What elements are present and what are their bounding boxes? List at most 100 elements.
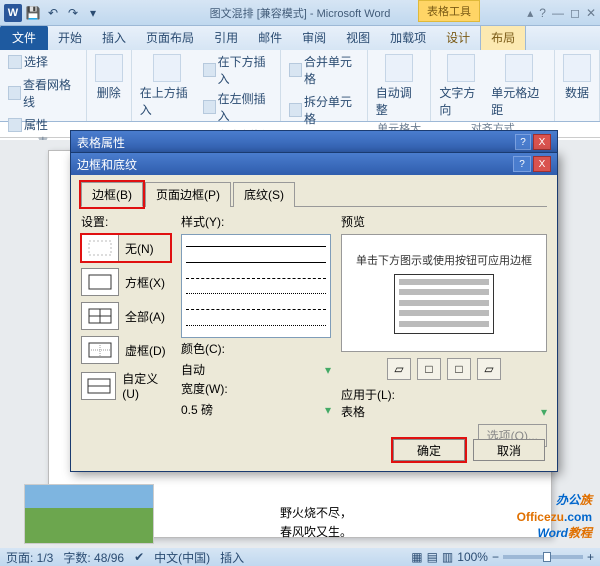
width-combo[interactable]: 0.5 磅▾ xyxy=(181,401,331,418)
window-title: 图文混排 [兼容模式] - Microsoft Word xyxy=(210,5,391,21)
text-direction-icon xyxy=(447,54,475,82)
delete-button[interactable]: 删除 xyxy=(93,52,125,103)
tab-addins[interactable]: 加载项 xyxy=(380,25,436,50)
minimize-icon[interactable]: — xyxy=(552,6,564,20)
dialog-close-icon[interactable]: X xyxy=(533,156,551,172)
preview-label: 预览 xyxy=(341,213,547,230)
status-language[interactable]: 中文(中国) xyxy=(154,549,210,566)
save-icon[interactable]: 💾 xyxy=(24,4,42,22)
tab-review[interactable]: 审阅 xyxy=(292,25,336,50)
preview-table-icon[interactable] xyxy=(394,274,494,334)
props-icon xyxy=(8,118,22,132)
document-text[interactable]: 野火烧不尽， 春风吹又生。 xyxy=(280,504,352,542)
status-proof-icon[interactable]: ✔ xyxy=(134,550,144,564)
delete-table-icon xyxy=(95,54,123,82)
merge-cells-button[interactable]: 合并单元格 xyxy=(287,52,361,88)
help-icon[interactable]: ? xyxy=(539,6,546,20)
cancel-button[interactable]: 取消 xyxy=(473,439,545,461)
data-icon xyxy=(563,54,591,82)
parent-help-icon[interactable]: ? xyxy=(515,134,531,150)
option-custom[interactable]: 自定义(U) xyxy=(81,370,171,401)
close-icon[interactable]: ✕ xyxy=(586,6,596,20)
split-cells-button[interactable]: 拆分单元格 xyxy=(287,92,361,128)
tab-pagelayout[interactable]: 页面布局 xyxy=(136,25,204,50)
option-none[interactable]: 无(N) xyxy=(81,234,171,262)
dialog-help-icon[interactable]: ? xyxy=(513,156,531,172)
tab-view[interactable]: 视图 xyxy=(336,25,380,50)
dialog-title: 边框和底纹 xyxy=(77,156,137,173)
minimize-ribbon-icon[interactable]: ▴ xyxy=(527,6,533,20)
status-page[interactable]: 页面: 1/3 xyxy=(6,549,53,566)
insert-above-button[interactable]: 在上方插入 xyxy=(138,52,197,120)
view-web-icon[interactable]: ▥ xyxy=(442,550,453,564)
tab-shading[interactable]: 底纹(S) xyxy=(233,182,295,207)
word-app-icon[interactable]: W xyxy=(4,4,22,22)
tab-table-layout[interactable]: 布局 xyxy=(480,24,526,50)
status-insert-mode[interactable]: 插入 xyxy=(220,549,244,566)
tab-file[interactable]: 文件 xyxy=(0,25,48,50)
tab-table-design[interactable]: 设计 xyxy=(436,25,480,50)
autofit-icon xyxy=(385,54,413,82)
tab-mailings[interactable]: 邮件 xyxy=(248,25,292,50)
zoom-slider[interactable] xyxy=(503,555,583,559)
restore-icon[interactable]: ◻ xyxy=(570,6,580,20)
qat-dropdown-icon[interactable]: ▾ xyxy=(84,4,102,22)
cursor-icon xyxy=(8,55,22,69)
tab-page-border[interactable]: 页面边框(P) xyxy=(145,182,231,207)
style-label: 样式(Y): xyxy=(181,213,331,230)
zoom-in-button[interactable]: + xyxy=(587,550,594,564)
insert-left-icon xyxy=(203,100,216,114)
table-properties-button[interactable]: 属性 xyxy=(6,115,50,134)
insert-below-button[interactable]: 在下方插入 xyxy=(201,52,274,88)
tab-insert[interactable]: 插入 xyxy=(92,25,136,50)
status-wordcount[interactable]: 字数: 48/96 xyxy=(63,549,124,566)
insert-above-icon xyxy=(153,54,181,82)
quick-access-toolbar: W 💾 ↶ ↷ ▾ xyxy=(0,4,106,22)
table-properties-dialog-titlebar: 表格属性 ?X xyxy=(70,130,558,154)
zoom-level[interactable]: 100% xyxy=(457,550,488,564)
document-image[interactable] xyxy=(24,484,154,544)
border-diag2-button[interactable]: ▱ xyxy=(477,358,501,380)
tab-home[interactable]: 开始 xyxy=(48,25,92,50)
option-grid[interactable]: 虚框(D) xyxy=(81,336,171,364)
option-all[interactable]: 全部(A) xyxy=(81,302,171,330)
ok-button[interactable]: 确定 xyxy=(393,439,465,461)
border-box-icon xyxy=(81,268,119,296)
style-listbox[interactable] xyxy=(181,234,331,338)
setting-label: 设置: xyxy=(81,213,171,230)
chevron-down-icon: ▾ xyxy=(325,403,331,417)
tabletools-contextual-label: 表格工具 xyxy=(418,0,480,22)
view-fullread-icon[interactable]: ▤ xyxy=(427,550,438,564)
group-merge: 合并单元格 拆分单元格 拆分表格 合并 xyxy=(281,50,368,121)
cell-margins-button[interactable]: 单元格边距 xyxy=(489,52,548,120)
insert-below-icon xyxy=(203,63,216,77)
applyto-label: 应用于(L): xyxy=(341,386,395,403)
border-bottom-button[interactable]: □ xyxy=(417,358,441,380)
cell-margins-icon xyxy=(505,54,533,82)
select-button[interactable]: 选择 xyxy=(6,52,50,71)
redo-icon[interactable]: ↷ xyxy=(64,4,82,22)
undo-icon[interactable]: ↶ xyxy=(44,4,62,22)
color-combo[interactable]: 自动▾ xyxy=(181,361,331,378)
dialog-titlebar[interactable]: 边框和底纹 ?X xyxy=(71,153,557,175)
view-gridlines-button[interactable]: 查看网格线 xyxy=(6,75,80,111)
text-direction-button[interactable]: 文字方向 xyxy=(437,52,485,120)
watermark-brand: 办公族 Officezu.com Word教程 xyxy=(517,487,592,542)
border-right-button[interactable]: □ xyxy=(447,358,471,380)
border-none-icon xyxy=(81,234,119,262)
insert-left-button[interactable]: 在左侧插入 xyxy=(201,89,274,125)
group-delete: 删除 xyxy=(87,50,132,121)
group-table: 选择 查看网格线 属性 表 xyxy=(0,50,87,121)
option-box[interactable]: 方框(X) xyxy=(81,268,171,296)
grid-icon xyxy=(8,86,21,100)
parent-close-icon[interactable]: X xyxy=(533,134,551,150)
applyto-combo[interactable]: 表格▾ xyxy=(341,403,547,420)
autofit-button[interactable]: 自动调整 xyxy=(374,52,425,120)
tab-border[interactable]: 边框(B) xyxy=(81,182,143,207)
data-button[interactable]: 数据 xyxy=(561,52,593,103)
view-print-layout-icon[interactable]: ▦ xyxy=(411,550,422,564)
zoom-out-button[interactable]: − xyxy=(492,550,499,564)
border-diag1-button[interactable]: ▱ xyxy=(387,358,411,380)
tab-references[interactable]: 引用 xyxy=(204,25,248,50)
ribbon-tabs: 文件 开始 插入 页面布局 引用 邮件 审阅 视图 加载项 设计 布局 xyxy=(0,26,600,50)
